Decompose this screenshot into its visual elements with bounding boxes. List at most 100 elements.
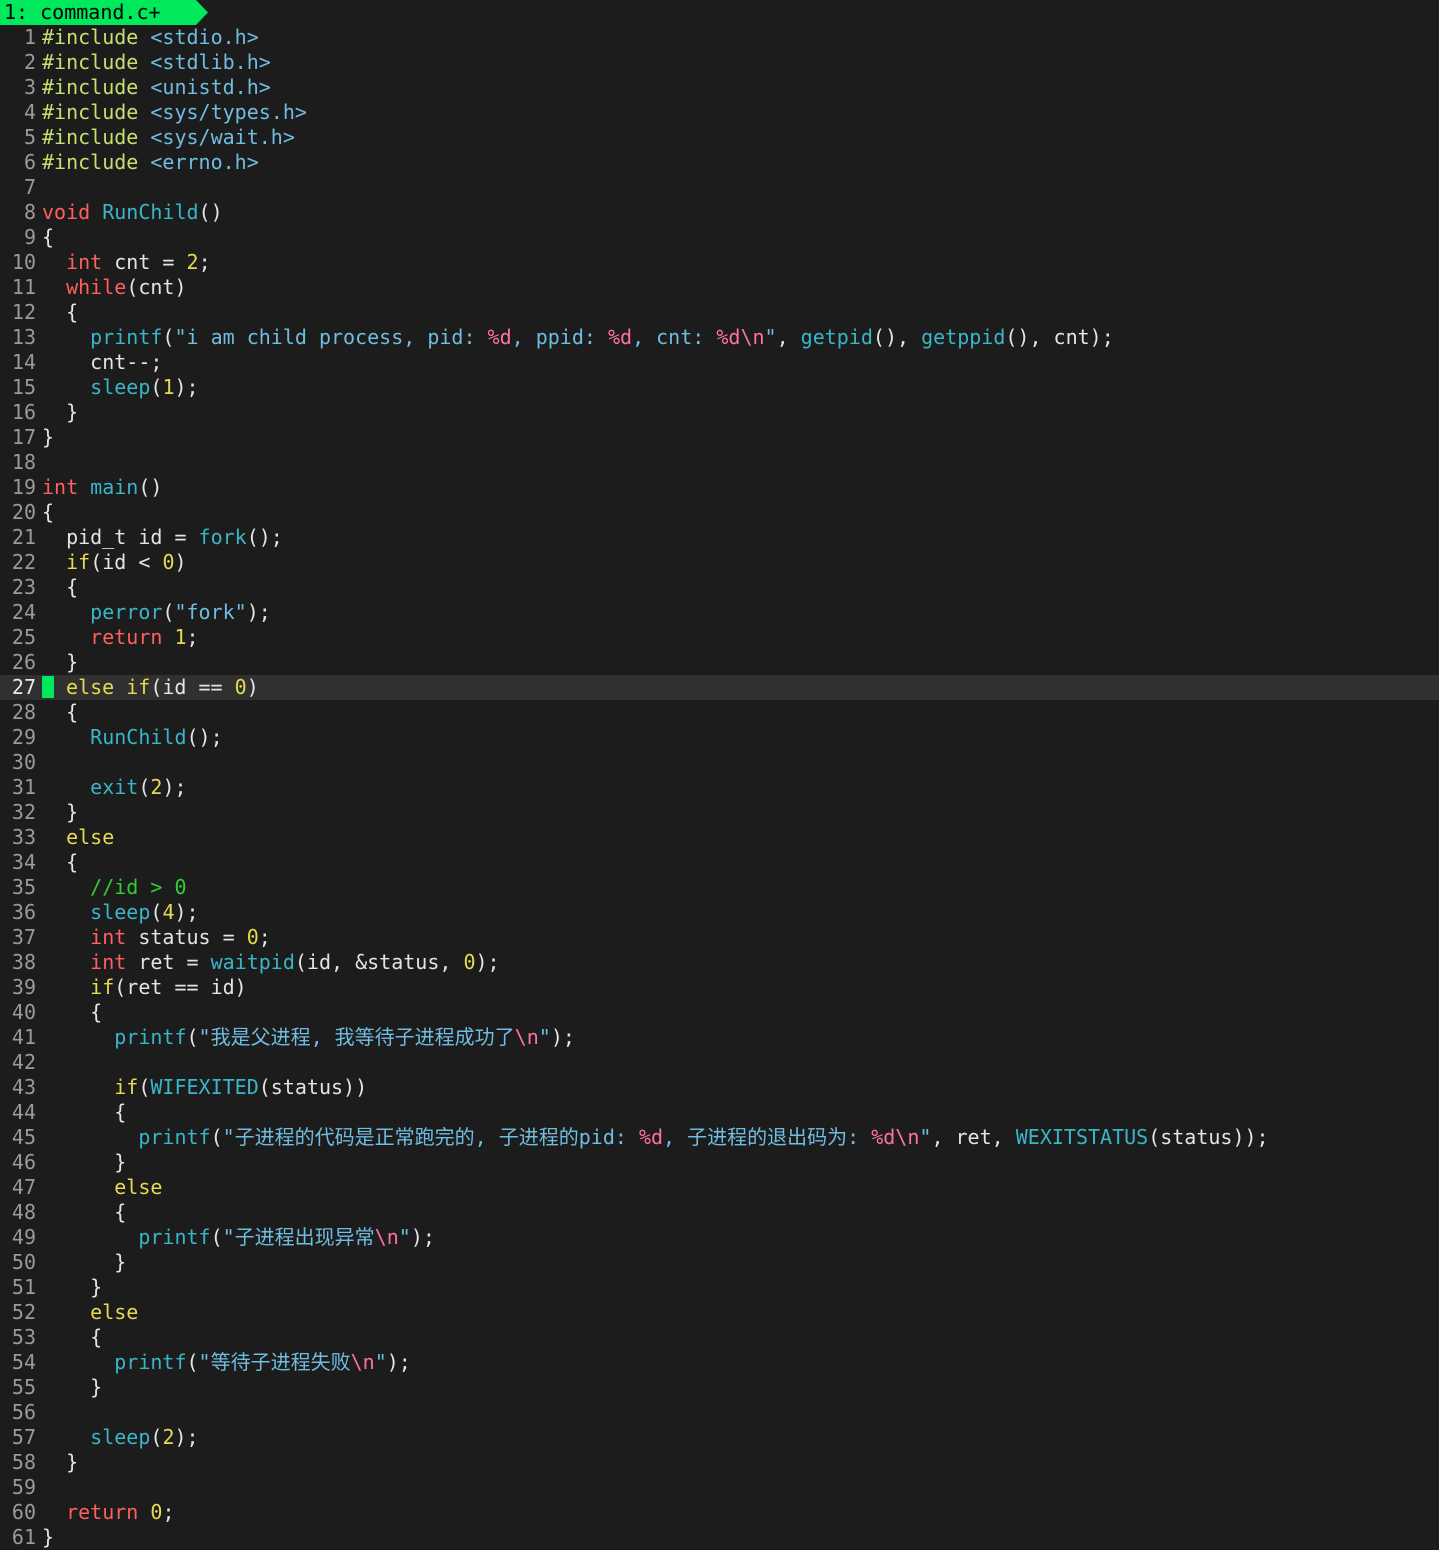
code-line[interactable]: 60 return 0;	[0, 1500, 1439, 1525]
code-text: {	[42, 1200, 126, 1224]
code-line[interactable]: 53 {	[0, 1325, 1439, 1350]
code-line[interactable]: 52 else	[0, 1300, 1439, 1325]
code-line[interactable]: 43 if(WIFEXITED(status))	[0, 1075, 1439, 1100]
code-text: {	[42, 1325, 102, 1349]
code-line[interactable]: 35 //id > 0	[0, 875, 1439, 900]
code-line[interactable]: 6 #include <errno.h>	[0, 150, 1439, 175]
code-text: while(cnt)	[42, 275, 186, 299]
code-text: else	[42, 1300, 138, 1324]
code-text: }	[42, 800, 78, 824]
code-line[interactable]: 42	[0, 1050, 1439, 1075]
code-line[interactable]: 48 {	[0, 1200, 1439, 1225]
code-line[interactable]: 61}	[0, 1525, 1439, 1550]
code-line[interactable]: 26 }	[0, 650, 1439, 675]
code-line[interactable]: 4 #include <sys/types.h>	[0, 100, 1439, 125]
code-line[interactable]: 38 int ret = waitpid(id, &status, 0);	[0, 950, 1439, 975]
code-line[interactable]: 45 printf("子进程的代码是正常跑完的, 子进程的pid: %d, 子进…	[0, 1125, 1439, 1150]
code-text: if(WIFEXITED(status))	[42, 1075, 367, 1099]
code-line[interactable]: 27 else if(id == 0)	[0, 675, 1439, 700]
code-line[interactable]: 25 return 1;	[0, 625, 1439, 650]
code-token: (	[150, 375, 163, 399]
code-line[interactable]: 39 if(ret == id)	[0, 975, 1439, 1000]
code-line[interactable]: 54 printf("等待子进程失败\n");	[0, 1350, 1439, 1375]
code-token: "子进程出现异常	[222, 1225, 375, 1249]
code-line[interactable]: 9{	[0, 225, 1439, 250]
code-line[interactable]: 37 int status = 0;	[0, 925, 1439, 950]
code-token: cnt =	[102, 250, 187, 274]
code-line[interactable]: 56	[0, 1400, 1439, 1425]
code-line[interactable]: 20{	[0, 500, 1439, 525]
line-number: 52	[11, 1300, 36, 1324]
line-number: 24	[11, 600, 36, 624]
code-line[interactable]: 34 {	[0, 850, 1439, 875]
code-token: <errno.h>	[150, 150, 259, 174]
code-line[interactable]: 55 }	[0, 1375, 1439, 1400]
code-editor[interactable]: 1 #include <stdio.h> 2 #include <stdlib.h> 3…	[0, 25, 1439, 1550]
code-line[interactable]: 8 void RunChild()	[0, 200, 1439, 225]
code-line[interactable]: 59	[0, 1475, 1439, 1500]
code-line[interactable]: 14 cnt--;	[0, 350, 1439, 375]
code-line[interactable]: 10 int cnt = 2;	[0, 250, 1439, 275]
code-line[interactable]: 40 {	[0, 1000, 1439, 1025]
code-text: }	[42, 1150, 126, 1174]
code-line[interactable]: 33 else	[0, 825, 1439, 850]
code-token: pid_t id =	[42, 525, 199, 549]
code-line[interactable]: 1 #include <stdio.h>	[0, 25, 1439, 50]
code-line[interactable]: 12 {	[0, 300, 1439, 325]
code-text: {	[42, 300, 78, 324]
code-token: else	[66, 825, 115, 849]
tab-command-c[interactable]: 1: command.c+	[0, 0, 208, 25]
code-line[interactable]: 29 RunChild();	[0, 725, 1439, 750]
code-line[interactable]: 21 pid_t id = fork();	[0, 525, 1439, 550]
code-line[interactable]: 24 perror("fork");	[0, 600, 1439, 625]
code-line[interactable]: 44 {	[0, 1100, 1439, 1125]
code-line[interactable]: 17}	[0, 425, 1439, 450]
line-number: 20	[11, 500, 36, 524]
code-token: }	[42, 1250, 127, 1274]
code-line[interactable]: 47 else	[0, 1175, 1439, 1200]
code-token: (	[150, 1425, 163, 1449]
code-line[interactable]: 2 #include <stdlib.h>	[0, 50, 1439, 75]
code-token: exit	[90, 775, 139, 799]
code-text: return 0;	[42, 1500, 174, 1524]
code-line[interactable]: 36 sleep(4);	[0, 900, 1439, 925]
code-line[interactable]: 58 }	[0, 1450, 1439, 1475]
code-line[interactable]: 19 int main()	[0, 475, 1439, 500]
code-line[interactable]: 15 sleep(1);	[0, 375, 1439, 400]
code-line[interactable]: 32 }	[0, 800, 1439, 825]
code-line[interactable]: 11 while(cnt)	[0, 275, 1439, 300]
code-line[interactable]: 18	[0, 450, 1439, 475]
code-token: printf	[138, 1125, 211, 1149]
code-line[interactable]: 41 printf("我是父进程, 我等待子进程成功了\n");	[0, 1025, 1439, 1050]
code-token: #include	[42, 75, 151, 99]
code-line[interactable]: 28 {	[0, 700, 1439, 725]
line-number: 58	[11, 1450, 36, 1474]
code-line[interactable]: 22 if(id < 0)	[0, 550, 1439, 575]
code-line[interactable]: 5 #include <sys/wait.h>	[0, 125, 1439, 150]
code-line[interactable]: 57 sleep(2);	[0, 1425, 1439, 1450]
code-line[interactable]: 50 }	[0, 1250, 1439, 1275]
code-token: (ret == id)	[114, 975, 247, 999]
code-line[interactable]: 51 }	[0, 1275, 1439, 1300]
code-line[interactable]: 46 }	[0, 1150, 1439, 1175]
code-token: );	[174, 900, 199, 924]
code-line[interactable]: 3 #include <unistd.h>	[0, 75, 1439, 100]
code-line[interactable]: 13 printf("i am child process, pid: %d, …	[0, 325, 1439, 350]
code-line[interactable]: 30	[0, 750, 1439, 775]
line-number: 48	[11, 1200, 36, 1224]
line-number: 32	[11, 800, 36, 824]
code-text: int main()	[42, 475, 162, 499]
code-token: ;	[198, 250, 211, 274]
code-token: {	[42, 500, 55, 524]
code-line[interactable]: 23 {	[0, 575, 1439, 600]
code-line[interactable]: 7	[0, 175, 1439, 200]
code-token: %d	[487, 325, 512, 349]
code-line[interactable]: 16 }	[0, 400, 1439, 425]
code-token: <sys/wait.h>	[150, 125, 295, 149]
code-line[interactable]: 49 printf("子进程出现异常\n");	[0, 1225, 1439, 1250]
code-line[interactable]: 31 exit(2);	[0, 775, 1439, 800]
line-number: 25	[11, 625, 36, 649]
code-token: if	[114, 1075, 139, 1099]
line-number: 23	[11, 575, 36, 599]
